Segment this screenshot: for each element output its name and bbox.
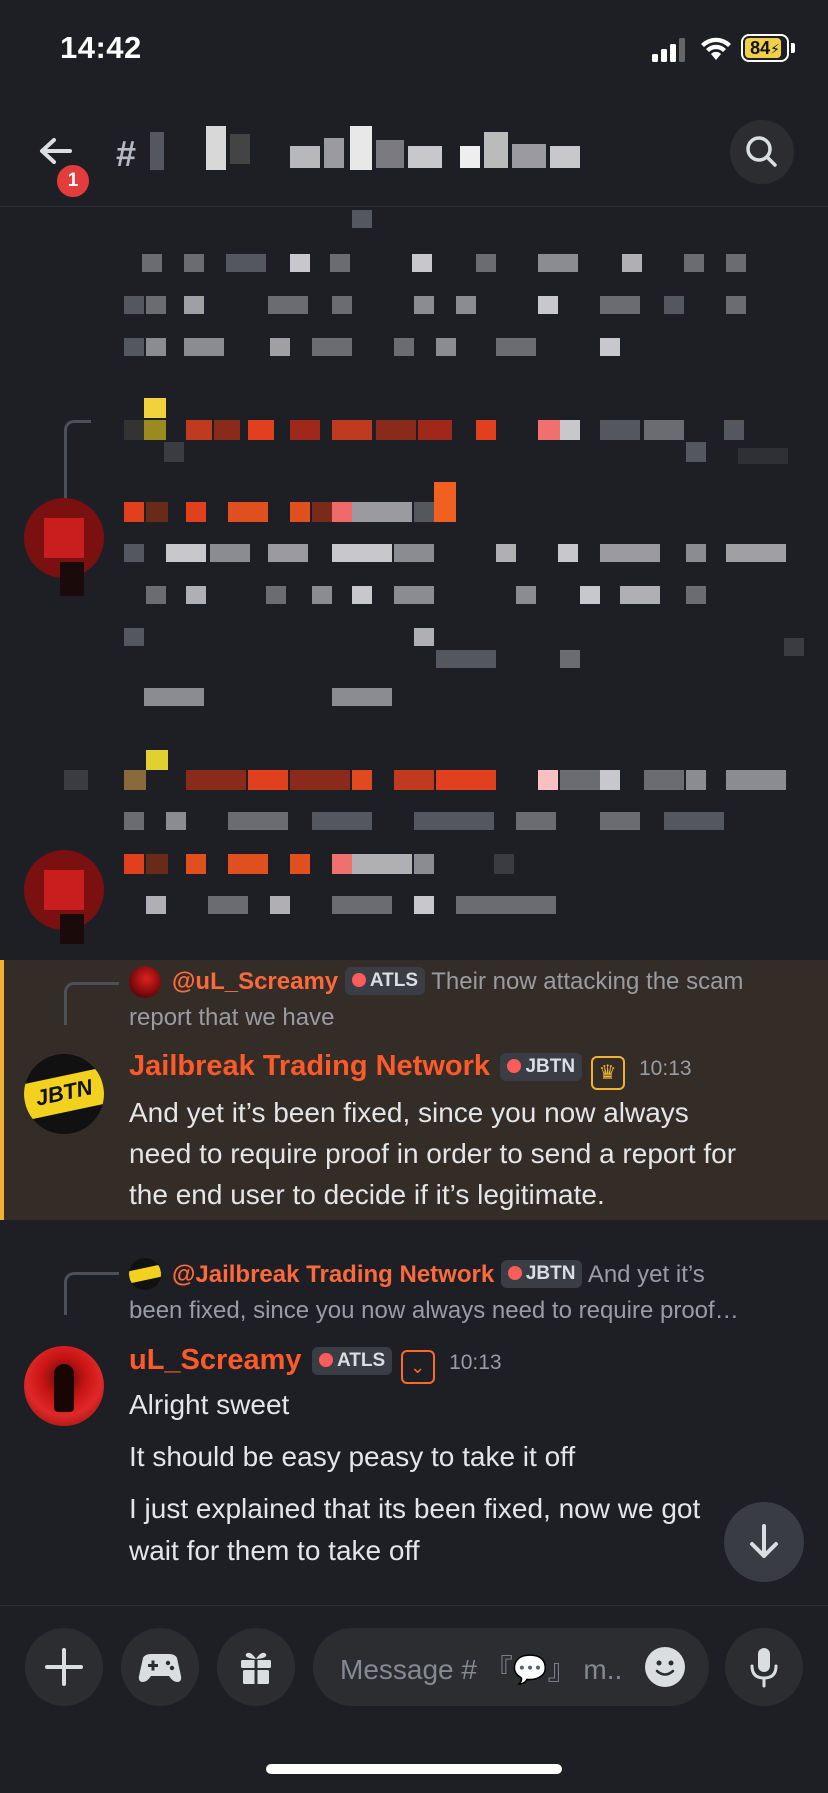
message-header-2: uL_Screamy ATLS ⌄ 10:13 [129, 1344, 502, 1384]
arrow-down-icon [750, 1524, 778, 1558]
reply-connector [64, 1272, 119, 1315]
reply-preview-text: And yet it’s [587, 1261, 705, 1288]
server-tag: ATLS [311, 1347, 393, 1375]
reply-preview-text: Their now attacking the scam [431, 968, 744, 995]
mention-highlight-bar [0, 960, 4, 1220]
battery-level: 84 [750, 38, 771, 58]
avatar-ul-screamy[interactable] [24, 1346, 104, 1426]
timestamp: 10:13 [449, 1351, 502, 1374]
channel-name-redacted[interactable] [150, 126, 590, 176]
reply-avatar [129, 966, 161, 998]
reply-preview-line2: been fixed, since you now always need to… [129, 1297, 739, 1324]
avatar-jailbreak-trading-network[interactable]: JBTN [24, 1054, 104, 1134]
search-button[interactable] [730, 120, 794, 184]
message-line: wait for them to take off [129, 1535, 420, 1566]
shield-chevron-icon: ⌄ [400, 1350, 435, 1384]
server-tag: JBTN [500, 1053, 583, 1081]
plus-icon [45, 1648, 83, 1686]
reply-mention[interactable]: @uL_Screamy [172, 968, 338, 995]
message-line: I just explained that its been fixed, no… [129, 1493, 701, 1524]
gamepad-icon [138, 1654, 182, 1682]
status-time: 14:42 [60, 30, 142, 65]
gift-button[interactable] [217, 1628, 295, 1706]
microphone-icon [750, 1648, 778, 1688]
hash-icon: # [116, 133, 137, 174]
search-icon [746, 136, 777, 167]
redacted-messages [0, 210, 828, 950]
cellular-signal-icon [652, 38, 685, 62]
battery-indicator: 84⚡ [741, 34, 789, 62]
attach-button[interactable] [25, 1628, 103, 1706]
wifi-icon [701, 37, 731, 60]
message-line: Alright sweet [129, 1389, 290, 1420]
message-header-1: Jailbreak Trading Network JBTN ♛ 10:13 [129, 1050, 692, 1090]
timestamp: 10:13 [639, 1057, 692, 1080]
reply-mention[interactable]: @Jailbreak Trading Network [172, 1261, 494, 1288]
notification-badge: 1 [54, 162, 92, 200]
author-name[interactable]: uL_Screamy [129, 1344, 302, 1376]
reply-preview[interactable]: @uL_Screamy ATLS Their now attacking the… [172, 964, 743, 999]
emoji-icon [655, 1660, 675, 1676]
header-divider [0, 206, 828, 207]
reply-preview[interactable]: @Jailbreak Trading Network JBTN And yet … [172, 1257, 705, 1292]
author-name[interactable]: Jailbreak Trading Network [129, 1050, 490, 1082]
voice-message-button[interactable] [725, 1628, 803, 1706]
reply-tag: JBTN [500, 1260, 583, 1288]
message-line: It should be easy peasy to take it off [129, 1441, 576, 1472]
home-indicator [266, 1764, 562, 1774]
reply-connector [64, 982, 119, 1025]
crown-icon: ♛ [590, 1056, 625, 1090]
scroll-to-bottom-button[interactable] [724, 1502, 804, 1582]
reply-tag: ATLS [344, 967, 426, 995]
emoji-button[interactable] [645, 1647, 685, 1687]
gift-icon [241, 1652, 271, 1684]
message-placeholder: Message # 『💬』 m.. [340, 1654, 623, 1685]
message-body-1: And yet it’s been fixed, since you now a… [129, 1097, 737, 1210]
reply-avatar-jbtn [129, 1258, 161, 1290]
reply-preview-line2: report that we have [129, 1004, 335, 1031]
activities-button[interactable] [121, 1628, 199, 1706]
